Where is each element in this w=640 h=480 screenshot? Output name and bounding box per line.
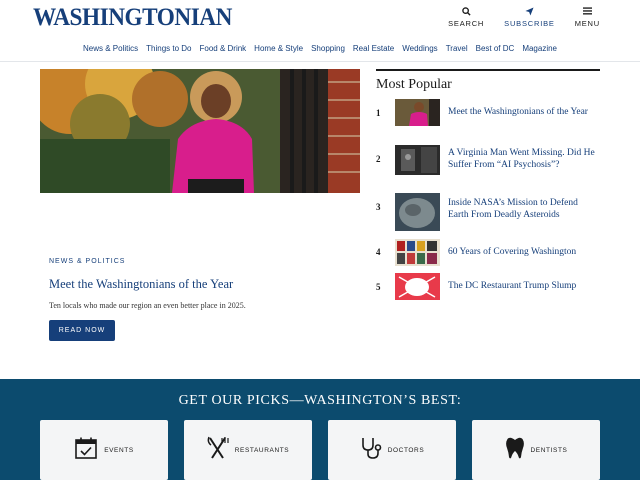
popular-thumbnail[interactable] bbox=[395, 193, 440, 231]
popular-item[interactable]: 1 Meet the Washingtonians of the Year bbox=[376, 99, 600, 129]
pick-events-card[interactable]: EVENTS bbox=[40, 420, 168, 480]
pick-dentists-card[interactable]: DENTISTS bbox=[472, 420, 600, 480]
nav-real-estate[interactable]: Real Estate bbox=[353, 44, 394, 53]
story-dek: Ten locals who made our region an even b… bbox=[49, 301, 246, 310]
pick-restaurants-card[interactable]: RESTAURANTS bbox=[184, 420, 312, 480]
feature-image[interactable] bbox=[40, 69, 360, 193]
popular-thumbnail[interactable] bbox=[395, 273, 440, 300]
popular-rank: 1 bbox=[376, 108, 381, 118]
pick-label: DENTISTS bbox=[530, 446, 568, 454]
popular-item[interactable]: 3 Inside NASA’s Mission to Defend Earth … bbox=[376, 193, 600, 231]
popular-title: 60 Years of Covering Washington bbox=[448, 247, 577, 257]
nav-things-to-do[interactable]: Things to Do bbox=[146, 44, 191, 53]
paper-plane-icon bbox=[525, 5, 534, 17]
primary-nav: News & Politics Things to Do Food & Drin… bbox=[0, 44, 640, 53]
site-header: WASHINGTONIAN SEARCH SUBSCRIBE MENU News… bbox=[0, 0, 640, 62]
nav-magazine[interactable]: Magazine bbox=[522, 44, 557, 53]
most-popular-heading: Most Popular bbox=[376, 77, 452, 92]
search-label: SEARCH bbox=[448, 19, 485, 28]
popular-rank: 3 bbox=[376, 202, 381, 212]
popular-title: The DC Restaurant Trump Slump bbox=[448, 281, 577, 291]
most-popular: Most Popular 1 Meet the Washingtonians o… bbox=[376, 69, 600, 300]
popular-title: Inside NASA’s Mission to Defend Earth Fr… bbox=[448, 198, 578, 220]
story-kicker[interactable]: NEWS & POLITICS bbox=[49, 258, 349, 265]
search-icon bbox=[461, 5, 471, 17]
search-button[interactable]: SEARCH bbox=[448, 5, 484, 28]
header-actions: SEARCH SUBSCRIBE MENU bbox=[448, 5, 600, 28]
fork-knife-icon bbox=[207, 436, 229, 465]
tooth-icon bbox=[505, 436, 525, 465]
picks-heading: GET OUR PICKS—WASHINGTON’S BEST: bbox=[178, 393, 462, 408]
story-title[interactable]: Meet the Washingtonians of the Year bbox=[49, 277, 349, 292]
subscribe-button[interactable]: SUBSCRIBE bbox=[504, 5, 555, 28]
popular-rank: 5 bbox=[376, 282, 381, 292]
nav-travel[interactable]: Travel bbox=[446, 44, 468, 53]
subscribe-label: SUBSCRIBE bbox=[504, 19, 555, 28]
pick-doctors-card[interactable]: DOCTORS bbox=[328, 420, 456, 480]
nav-shopping[interactable]: Shopping bbox=[311, 44, 345, 53]
popular-item[interactable]: 5 The DC Restaurant Trump Slump bbox=[376, 273, 600, 303]
menu-button[interactable]: MENU bbox=[575, 5, 600, 28]
site-logo[interactable]: WASHINGTONIAN bbox=[33, 4, 232, 32]
pick-label: EVENTS bbox=[104, 446, 134, 454]
popular-thumbnail[interactable] bbox=[395, 145, 440, 175]
popular-rank: 4 bbox=[376, 247, 381, 257]
popular-item[interactable]: 4 60 Years of Covering Washington bbox=[376, 239, 600, 269]
nav-home-style[interactable]: Home & Style bbox=[254, 44, 303, 53]
popular-thumbnail[interactable] bbox=[395, 239, 440, 266]
popular-title: A Virginia Man Went Missing. Did He Suff… bbox=[448, 148, 595, 170]
nav-best-of-dc[interactable]: Best of DC bbox=[476, 44, 515, 53]
nav-weddings[interactable]: Weddings bbox=[402, 44, 437, 53]
pick-label: DOCTORS bbox=[387, 446, 425, 454]
feature-story: NEWS & POLITICS Meet the Washingtonians … bbox=[49, 258, 349, 310]
popular-rank: 2 bbox=[376, 154, 381, 164]
nav-food-drink[interactable]: Food & Drink bbox=[199, 44, 246, 53]
popular-item[interactable]: 2 A Virginia Man Went Missing. Did He Su… bbox=[376, 145, 600, 175]
nav-news-politics[interactable]: News & Politics bbox=[83, 44, 138, 53]
stethoscope-icon bbox=[360, 436, 382, 465]
hamburger-icon bbox=[582, 5, 592, 17]
pick-label: RESTAURANTS bbox=[234, 446, 290, 454]
menu-label: MENU bbox=[574, 19, 600, 28]
popular-title: Meet the Washingtonians of the Year bbox=[448, 107, 588, 117]
read-now-button[interactable]: READ NOW bbox=[49, 320, 115, 341]
popular-thumbnail[interactable] bbox=[395, 99, 440, 126]
calendar-icon bbox=[74, 436, 98, 465]
